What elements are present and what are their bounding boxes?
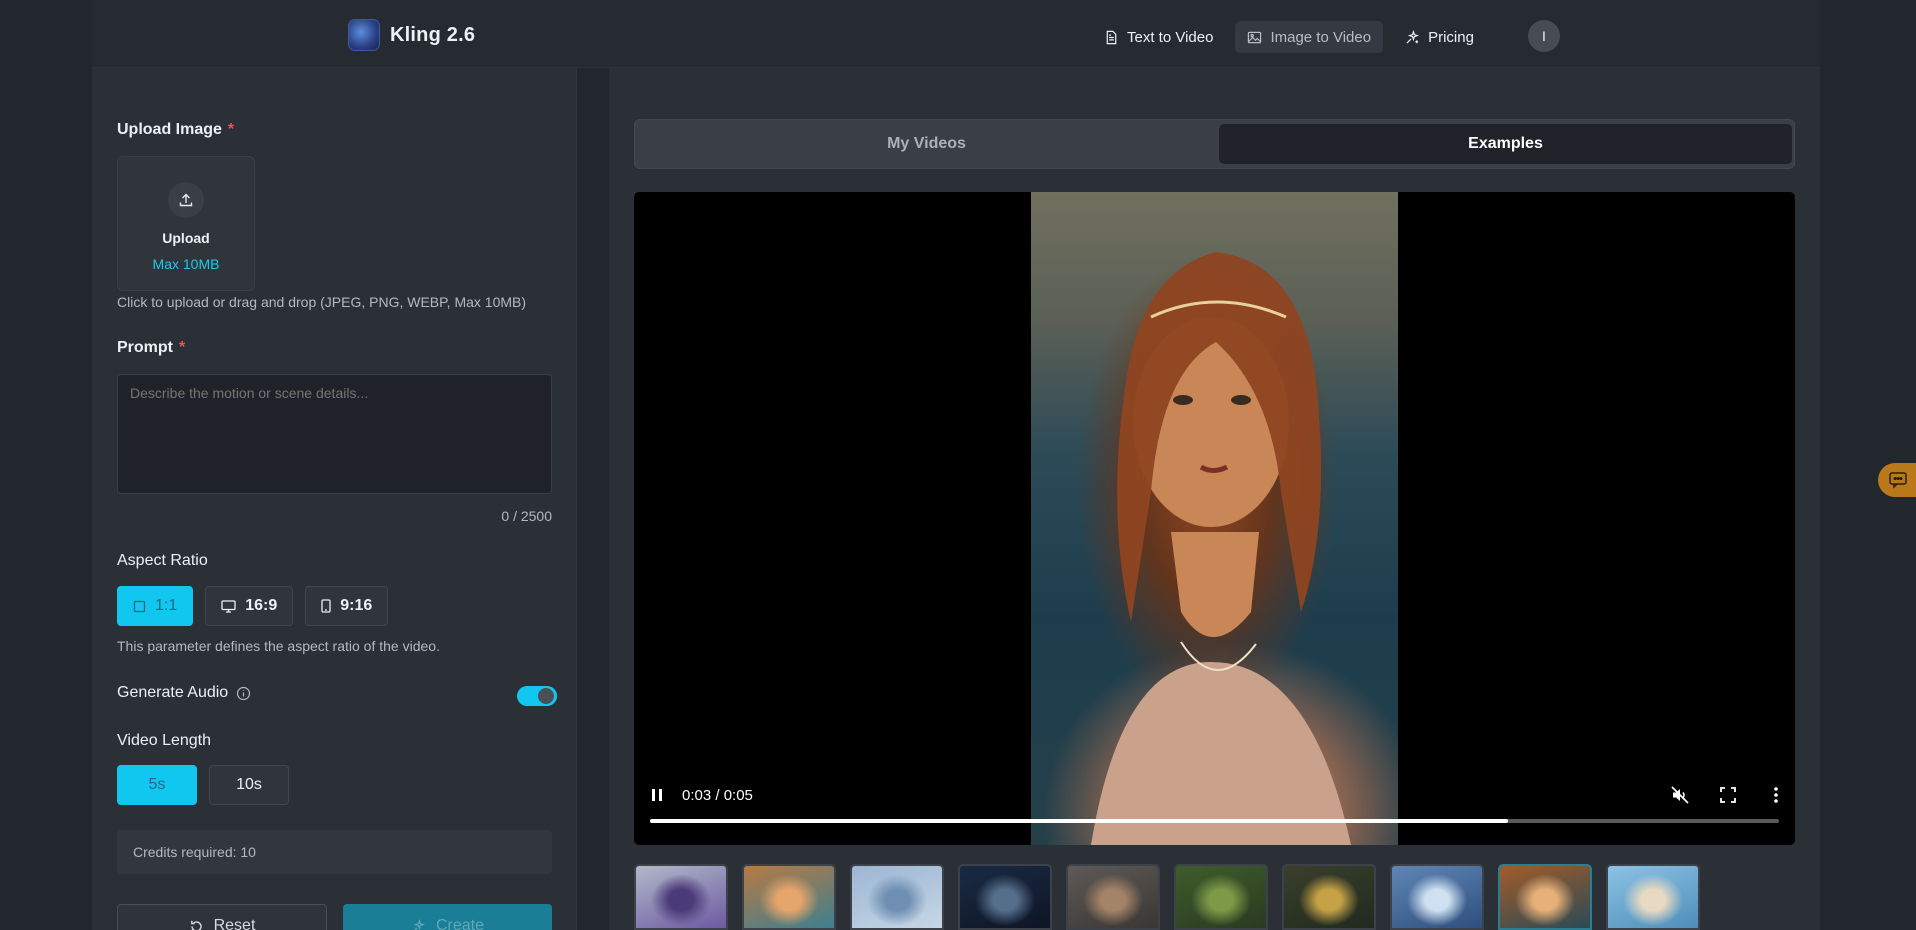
upload-image-label-text: Upload Image — [117, 121, 222, 138]
thumb-snow[interactable] — [1390, 864, 1484, 930]
aspect-ratio-16-9-button[interactable]: 16:9 — [205, 586, 294, 626]
video-controls: 0:03 / 0:05 — [634, 775, 1795, 845]
video-length-options: 5s 10s — [117, 765, 289, 805]
portrait-illustration — [1091, 252, 1351, 845]
credits-required: Credits required: 10 — [117, 830, 552, 874]
user-avatar[interactable]: I — [1528, 20, 1560, 52]
phone-icon — [321, 599, 331, 613]
upload-button-label: Upload — [162, 230, 210, 246]
thumb-ruins[interactable] — [1066, 864, 1160, 930]
tab-examples[interactable]: Examples — [1219, 124, 1792, 164]
brand[interactable]: Kling 2.6 — [348, 19, 475, 51]
example-thumbnails — [634, 864, 1700, 930]
video-length-10s-button[interactable]: 10s — [209, 765, 289, 805]
prompt-label: Prompt * — [117, 339, 185, 357]
muted-speaker-icon[interactable] — [1670, 785, 1690, 805]
tab-my-videos[interactable]: My Videos — [639, 124, 1214, 164]
form-actions: Reset Create — [117, 904, 552, 930]
fullscreen-icon[interactable] — [1718, 785, 1738, 805]
thumb-forest-path[interactable] — [1174, 864, 1268, 930]
more-options-icon[interactable] — [1766, 785, 1786, 805]
upload-max-size: Max 10MB — [152, 256, 220, 272]
pause-icon[interactable] — [650, 787, 664, 803]
thumb-cat[interactable] — [742, 864, 836, 930]
nav-pricing-label: Pricing — [1428, 28, 1474, 46]
aspect-ratio-note: This parameter defines the aspect ratio … — [117, 638, 440, 654]
chat-button[interactable] — [1878, 463, 1916, 497]
aspect-ratio-label: Aspect Ratio — [117, 552, 208, 569]
prompt-label-text: Prompt — [117, 339, 173, 356]
top-navbar: Kling 2.6 Text to Video Image to Video P… — [92, 0, 1820, 68]
video-progress-fill — [650, 819, 1509, 823]
video-frame-portrait — [1031, 192, 1398, 845]
nav-image-to-video-label: Image to Video — [1270, 28, 1372, 46]
document-icon — [1106, 30, 1117, 44]
monitor-icon — [221, 599, 236, 613]
aspect-ratio-options: 1:1 16:9 9:16 — [117, 586, 389, 626]
image-icon — [1248, 31, 1262, 43]
brand-logo-icon — [348, 19, 380, 51]
square-icon — [133, 600, 146, 612]
thumb-moon[interactable] — [958, 864, 1052, 930]
nav-text-to-video[interactable]: Text to Video — [1092, 21, 1225, 53]
upload-hint: Click to upload or drag and drop (JPEG, … — [117, 294, 527, 310]
preview-panel: My Videos Examples 0:03 / 0:05 — [609, 68, 1820, 930]
thumb-anime-girl[interactable] — [634, 864, 728, 930]
thumb-beach[interactable] — [1606, 864, 1700, 930]
required-mark: * — [227, 121, 235, 138]
aspect-ratio-9-16-button[interactable]: 9:16 — [305, 586, 389, 626]
prompt-char-counter: 0 / 2500 — [501, 508, 552, 524]
nav-pricing[interactable]: Pricing — [1393, 21, 1486, 53]
generate-audio-toggle[interactable] — [517, 686, 557, 706]
reset-button[interactable]: Reset — [117, 904, 327, 930]
preview-tabs: My Videos Examples — [634, 119, 1795, 169]
nav-links: Text to Video Image to Video Pricing — [1092, 21, 1486, 53]
chat-icon — [1889, 472, 1907, 489]
create-button[interactable]: Create — [343, 904, 552, 930]
nav-text-to-video-label: Text to Video — [1127, 28, 1214, 46]
generate-audio-row: Generate Audio — [117, 684, 557, 706]
upload-dropzone[interactable]: Upload Max 10MB — [117, 156, 255, 291]
generation-form-panel: Upload Image * Upload Max 10MB Click to u… — [92, 68, 577, 930]
video-time: 0:03 / 0:05 — [682, 787, 753, 804]
video-progress-bar[interactable] — [650, 819, 1779, 823]
video-length-5s-button[interactable]: 5s — [117, 765, 197, 805]
sparkle-icon — [413, 918, 426, 930]
aspect-ratio-1-1-button[interactable]: 1:1 — [117, 586, 194, 626]
nav-image-to-video[interactable]: Image to Video — [1235, 21, 1384, 53]
toggle-knob — [538, 688, 554, 704]
brand-name: Kling 2.6 — [390, 23, 476, 46]
aspect-ratio-9-16-label: 9:16 — [340, 597, 373, 614]
info-icon[interactable] — [236, 686, 251, 701]
thumb-portrait[interactable] — [1498, 864, 1592, 930]
prompt-textarea[interactable] — [117, 374, 552, 494]
thumb-christmas[interactable] — [1282, 864, 1376, 930]
required-mark: * — [179, 339, 186, 356]
thumb-sky-jump[interactable] — [850, 864, 944, 930]
upload-icon — [168, 182, 204, 218]
generate-audio-label: Generate Audio — [117, 684, 229, 701]
upload-image-label: Upload Image * — [117, 121, 234, 139]
aspect-ratio-16-9-label: 16:9 — [245, 597, 278, 614]
video-player[interactable]: 0:03 / 0:05 — [634, 192, 1795, 845]
reset-button-label: Reset — [213, 917, 256, 930]
aspect-ratio-1-1-label: 1:1 — [155, 597, 178, 614]
sparkle-icon — [1406, 29, 1420, 44]
video-length-label: Video Length — [117, 732, 212, 749]
create-button-label: Create — [435, 917, 485, 930]
reset-icon — [190, 920, 202, 930]
